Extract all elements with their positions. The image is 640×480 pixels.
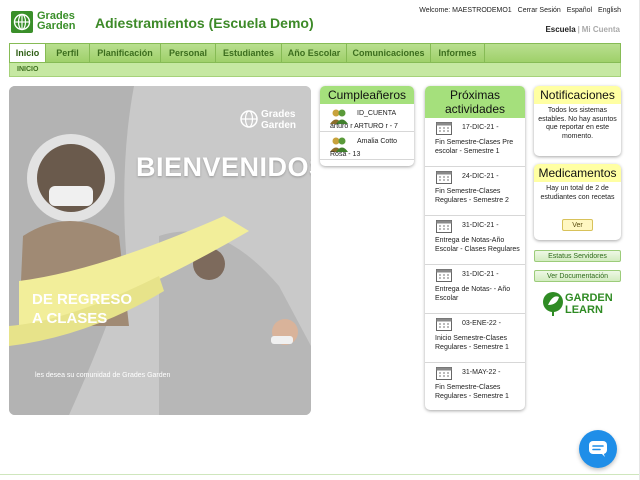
list-item[interactable]: 31-DIC-21 - Entrega de Notas-Año Escolar… [425,216,525,265]
logout-link[interactable]: Cerrar Sesión [518,7,561,14]
top-links: Welcome: MAESTRODEMO1 Cerrar Sesión Espa… [415,7,621,14]
activity-date: 24-DIC-21 - [462,173,499,180]
activities-title: Próximas actividades [425,86,525,118]
breadcrumb-label: INICIO [17,66,39,73]
notifications-title: Notificaciones [534,86,621,104]
birthday-detail: arturo r ARTURO r - 7 [330,123,398,130]
page-title: Adiestramientos (Escuela Demo) [95,15,314,31]
chat-button[interactable] [579,430,617,468]
banner-title: BIENVENIDOS [136,152,311,182]
tab-comunicaciones[interactable]: Comunicaciones [347,44,431,62]
calendar-icon [436,220,452,233]
activity-desc: Fin Semestre-Clases Regulares - Semestre… [435,188,509,204]
account-switch: Escuela | Mi Cuenta [545,25,620,34]
welcome-banner: Grades Garden BIENVENIDOS DE REGRESO A C… [9,86,311,415]
globe-logo-icon [11,11,33,33]
banner-brand-line1: Grades [261,109,296,120]
tab-informes[interactable]: Informes [431,44,485,62]
view-documentation-button[interactable]: Ver Documentación [534,270,621,282]
birthday-name: ID_CUENTA [357,110,397,117]
banner-brand: Grades Garden [239,106,299,136]
welcome-text: Welcome: MAESTRODEMO1 [419,7,512,14]
activity-date: 03-ENE-22 - [462,320,501,327]
people-icon [330,137,348,152]
grades-garden-logo[interactable]: Grades Garden [11,11,83,33]
tab-planificacion[interactable]: Planificación [90,44,161,62]
garden-learn-logo[interactable]: GARDEN LEARN [542,290,622,320]
garden-learn-line1: GARDEN [565,292,613,304]
list-item[interactable]: Amalia Cotto Rosa - 13 [320,132,414,160]
activity-date: 31-MAY-22 - [462,369,501,376]
birthday-name: Amalia Cotto [357,138,398,145]
activity-desc: Fin Semestre-Clases Pre escolar - Semest… [435,139,514,155]
list-item[interactable]: 31-MAY-22 - Fin Semestre-Clases Regulare… [425,363,525,410]
chat-bubble-icon [589,441,607,457]
calendar-icon [436,171,452,184]
medications-card: Medicamentos Hay un total de 2 de estudi… [534,164,621,240]
school-link[interactable]: Escuela [545,25,575,34]
activities-card: Próximas actividades 17-DIC-21 - Fin Sem… [425,86,525,410]
activity-desc: Entrega de Notas-Año Escolar - Clases Re… [435,237,520,253]
list-item[interactable]: 24-DIC-21 - Fin Semestre-Clases Regulare… [425,167,525,216]
tab-perfil[interactable]: Perfil [46,44,90,62]
medications-body: Hay un total de 2 de estudiantes con rec… [540,185,615,201]
list-item[interactable]: ID_CUENTA arturo r ARTURO r - 7 [320,104,414,132]
main-nav: Inicio Perfil Planificación Personal Est… [9,43,621,63]
birthdays-card: Cumpleañeros ID_CUENTA arturo r ARTURO r… [320,86,414,166]
activity-date: 31-DIC-21 - [462,271,499,278]
tab-personal[interactable]: Personal [161,44,216,62]
server-status-button[interactable]: Estatus Servidores [534,250,621,262]
activity-desc: Entrega de Notas- - Año Escolar [435,286,511,302]
birthday-detail: Rosa - 13 [330,151,361,158]
list-item[interactable]: 17-DIC-21 - Fin Semestre-Clases Pre esco… [425,118,525,167]
birthdays-title: Cumpleañeros [320,86,414,104]
view-medications-button[interactable]: Ver [562,219,593,231]
banner-subtitle: DE REGRESO A CLASES [32,291,133,327]
separator: | [577,25,580,34]
activity-desc: Inicio Semestre-Clases Regulares - Semes… [435,335,509,351]
garden-learn-line2: LEARN [565,304,603,316]
header: Grades Garden Adiestramientos (Escuela D… [0,0,640,44]
notifications-body: Todos los sistemas estables. No hay asun… [538,107,617,140]
tab-inicio[interactable]: Inicio [10,44,46,62]
banner-footer: les desea su comunidad de Grades Garden [35,372,171,379]
language-spanish-link[interactable]: Español [567,7,592,14]
breadcrumb: INICIO [9,63,621,77]
globe-logo-icon [240,110,258,128]
banner-brand-line2: Garden [261,120,297,131]
tab-estudiantes[interactable]: Estudiantes [216,44,282,62]
medications-title: Medicamentos [534,164,621,182]
calendar-icon [436,367,452,380]
leaf-logo-icon [543,292,563,316]
footer-divider [0,474,640,475]
notifications-card: Notificaciones Todos los sistemas establ… [534,86,621,156]
list-item[interactable]: 03-ENE-22 - Inicio Semestre-Clases Regul… [425,314,525,363]
calendar-icon [436,318,452,331]
my-account-link[interactable]: Mi Cuenta [582,25,620,34]
tab-ano-escolar[interactable]: Año Escolar [282,44,347,62]
logo-line2: Garden [37,20,76,32]
calendar-icon [436,269,452,282]
people-icon [330,109,348,124]
activity-date: 31-DIC-21 - [462,222,499,229]
language-english-link[interactable]: English [598,7,621,14]
activity-desc: Fin Semestre-Clases Regulares - Semestre… [435,384,509,400]
list-item[interactable]: 31-DIC-21 - Entrega de Notas- - Año Esco… [425,265,525,314]
activity-date: 17-DIC-21 - [462,124,499,131]
calendar-icon [436,122,452,135]
